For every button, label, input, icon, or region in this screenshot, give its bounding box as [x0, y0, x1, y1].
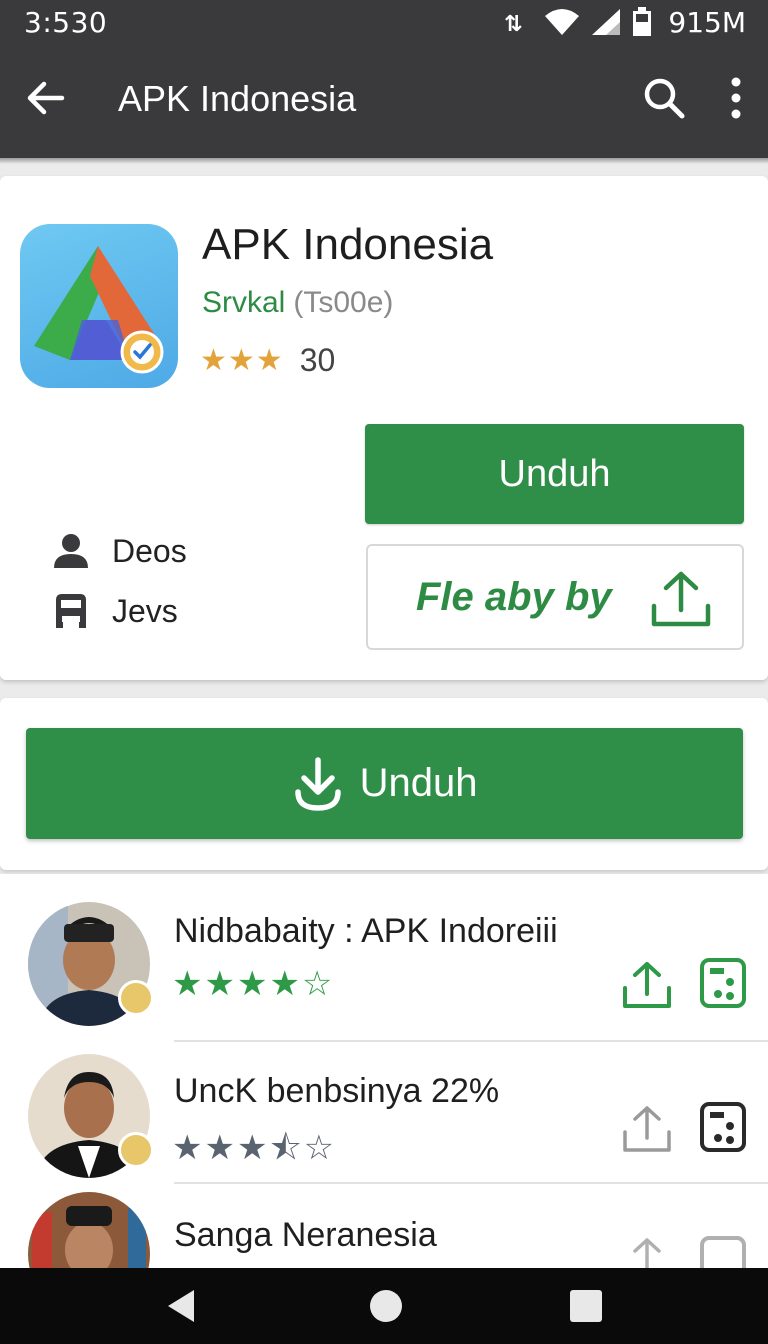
app-rating: ★★★ 30	[200, 342, 335, 379]
app-developer[interactable]: Srvkal (Ts00e)	[202, 286, 393, 320]
svg-text:⇅: ⇅	[504, 12, 522, 35]
review-stars: ★★★⯪☆	[172, 1129, 337, 1167]
nav-back-icon[interactable]	[164, 1288, 200, 1324]
review-stars: ★★★★☆	[172, 965, 335, 1003]
rating-stars: ★★★	[200, 344, 284, 377]
nav-recents-icon[interactable]	[570, 1290, 602, 1322]
avatar[interactable]	[28, 1192, 150, 1268]
status-icons: ⇅ 915M	[504, 6, 746, 39]
status-bar: 3:530 ⇅ 915M	[0, 0, 768, 44]
app-logo-icon	[34, 246, 164, 374]
install-button[interactable]: Unduh	[365, 424, 744, 524]
review-item[interactable]: UncK benbsinya 22% ★★★⯪☆	[0, 1044, 768, 1186]
review-list: Nidbabaity : APK Indoreiii ★★★★☆ UncK be…	[0, 874, 768, 1268]
data-sync-icon: ⇅	[504, 12, 522, 35]
info-item-vehicle: Jevs	[52, 592, 178, 630]
verified-badge-icon	[118, 980, 154, 1016]
share-upload-icon	[651, 571, 711, 627]
back-button[interactable]	[22, 74, 70, 122]
developer-name[interactable]: Srvkal	[202, 286, 285, 319]
reviewer-name: Sanga Neranesia	[174, 1216, 437, 1254]
divider	[174, 1040, 768, 1042]
share-icon[interactable]	[620, 1102, 674, 1156]
battery-icon	[633, 7, 652, 36]
search-button[interactable]	[640, 74, 688, 122]
save-icon[interactable]	[698, 956, 748, 1010]
app-bar-title: APK Indonesia	[118, 78, 357, 119]
download-button[interactable]: Unduh	[26, 728, 743, 839]
app-detail-card: APK Indonesia Srvkal (Ts00e) ★★★ 30 Unduh…	[0, 176, 768, 680]
save-icon[interactable]	[698, 1234, 748, 1268]
rating-count: 30	[299, 342, 336, 378]
app-name: APK Indonesia	[202, 220, 494, 269]
info-item-label: Jevs	[112, 592, 178, 629]
save-icon[interactable]	[698, 1100, 748, 1154]
download-button-label: Unduh	[359, 761, 478, 805]
share-icon[interactable]	[620, 958, 674, 1012]
info-item-label: Deos	[112, 532, 187, 569]
divider	[174, 1182, 768, 1184]
verified-badge-icon	[118, 1132, 154, 1168]
review-item[interactable]: Sanga Neranesia	[0, 1186, 768, 1268]
reviewer-name: Nidbabaity : APK Indoreiii	[174, 912, 558, 950]
info-item-person: Deos	[52, 532, 187, 570]
share-button-label: Fle aby by	[416, 574, 612, 619]
wifi-icon	[545, 9, 580, 35]
review-item[interactable]: Nidbabaity : APK Indoreiii ★★★★☆	[0, 874, 768, 1026]
share-button[interactable]: Fle aby by	[366, 544, 744, 650]
developer-meta: (Ts00e)	[293, 286, 394, 319]
status-time: 3:530	[24, 5, 108, 39]
download-icon	[294, 756, 341, 811]
person-icon	[54, 534, 88, 568]
share-icon[interactable]	[620, 1234, 674, 1268]
signal-icon	[592, 9, 621, 35]
app-bar: APK Indonesia	[0, 44, 768, 164]
status-memory: 915M	[668, 5, 746, 39]
more-options-button[interactable]	[716, 74, 756, 122]
download-card: Unduh	[0, 698, 768, 870]
reviewer-name: UncK benbsinya 22%	[174, 1072, 500, 1110]
nav-home-icon[interactable]	[370, 1290, 402, 1322]
app-icon	[20, 224, 178, 388]
system-nav-bar	[0, 1268, 768, 1344]
vehicle-icon	[56, 594, 86, 628]
